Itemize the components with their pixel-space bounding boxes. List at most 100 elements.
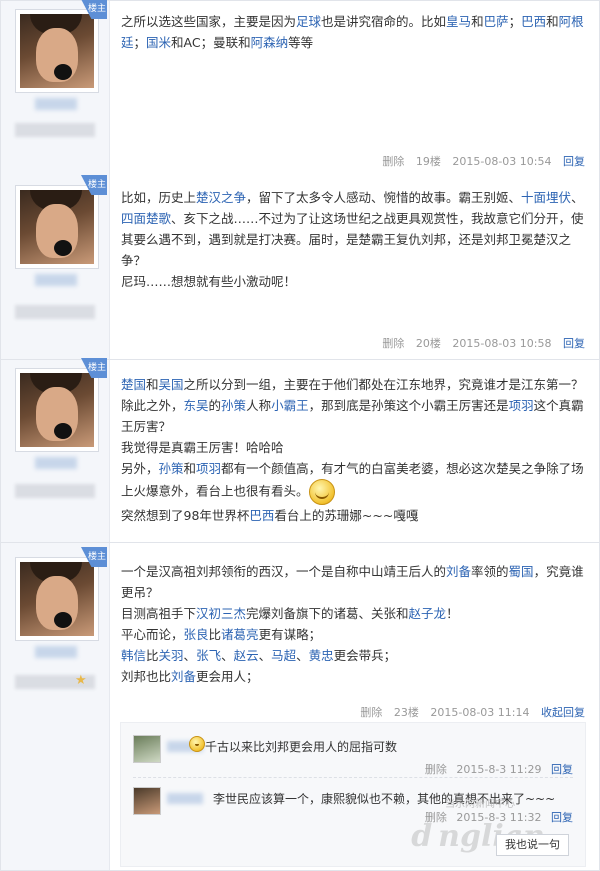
post-line: 尼玛……想想就有些小激动呢！ xyxy=(121,271,585,292)
author-name[interactable] xyxy=(35,457,77,469)
keyword-link[interactable]: 张飞 xyxy=(196,648,221,663)
post-text: 一个是汉高祖刘邦领衔的西汉，一个是自称中山靖王后人的 xyxy=(121,564,447,579)
keyword-link[interactable]: 项羽 xyxy=(509,398,534,413)
author-sidebar: 楼主 ★ xyxy=(1,543,110,870)
keyword-link[interactable]: 韩信 xyxy=(121,648,146,663)
post-text: 、亥下之战……不过为了让这场世纪之战更具观赏性，我故意它们分开，使其要么遇不到，… xyxy=(121,211,584,268)
post-text: 除此之外， xyxy=(121,398,184,413)
keyword-link[interactable]: 东吴 xyxy=(184,398,209,413)
author-name[interactable] xyxy=(35,274,77,286)
post-text: 、 xyxy=(571,190,584,205)
post-text: 比如，历史上 xyxy=(121,190,197,205)
keyword-link[interactable]: 巴西 xyxy=(249,508,274,523)
post-line: 一个是汉高祖刘邦领衔的西汉，一个是自称中山靖王后人的刘备率领的蜀国，究竟谁更吊？ xyxy=(121,561,585,603)
post-time: 2015-08-03 10:54 xyxy=(452,155,552,168)
post-text: 、 xyxy=(221,648,234,663)
reply-link[interactable]: 回复 xyxy=(551,763,573,776)
post-text: 比 xyxy=(208,627,222,642)
post-line: 韩信比关羽、张飞、赵云、马超、黄忠更会带兵； xyxy=(121,645,585,666)
floor-number: 20楼 xyxy=(415,337,441,350)
post-line: 比如，历史上楚汉之争，留下了太多令人感动、惋惜的故事。霸王别姬、十面埋伏、四面楚… xyxy=(121,187,585,271)
keyword-link[interactable]: 汉初三杰 xyxy=(196,606,246,621)
avatar[interactable] xyxy=(15,185,99,269)
author-rank xyxy=(15,123,95,137)
post-text: 和 xyxy=(146,377,159,392)
reply-link[interactable]: 回复 xyxy=(563,337,585,350)
keyword-link[interactable]: 楚汉之争 xyxy=(196,190,246,205)
post-text: ，那到底是孙策这个小霸王厉害还是 xyxy=(308,398,509,413)
author-name[interactable] xyxy=(35,646,77,658)
post-text: 另外， xyxy=(121,461,159,476)
keyword-link[interactable]: 足球 xyxy=(296,14,321,29)
keyword-link[interactable]: 关羽 xyxy=(159,648,184,663)
keyword-link[interactable]: 诸葛亮 xyxy=(221,627,259,642)
keyword-link[interactable]: 十面埋伏 xyxy=(521,190,571,205)
keyword-link[interactable]: 孙策 xyxy=(159,461,184,476)
reply-link[interactable]: 回复 xyxy=(551,811,573,824)
divider xyxy=(133,777,573,778)
keyword-link[interactable]: 楚国 xyxy=(121,377,146,392)
post-line: 另外，孙策和项羽都有一个颜值高，有才气的白富美老婆，想必这次楚吴之争除了场上火爆… xyxy=(121,458,585,505)
author-sidebar: 楼主 xyxy=(1,358,110,542)
reply-text: 千古以来比刘邦更会用人的屈指可数 xyxy=(205,740,398,754)
post-text: 和AC；曼联和 xyxy=(171,35,251,50)
reply-meta: 删除 2015-8-3 11:29 回复 xyxy=(419,761,573,777)
delete-link[interactable]: 删除 xyxy=(360,706,382,719)
reply-link[interactable]: 回复 xyxy=(563,155,585,168)
post-20: 楼主 比如，历史上楚汉之争，留下了太多令人感动、惋惜的故事。霸王别姬、十面埋伏、… xyxy=(0,175,600,360)
post-time: 2015-08-03 10:58 xyxy=(452,337,552,350)
keyword-link[interactable]: 吴国 xyxy=(159,377,184,392)
post-text: 也是讲究宿命的。比如 xyxy=(321,14,447,29)
keyword-link[interactable]: 国米 xyxy=(146,35,171,50)
delete-link[interactable]: 删除 xyxy=(382,155,404,168)
keyword-link[interactable]: 赵子龙 xyxy=(409,606,447,621)
post-text: 人称 xyxy=(246,398,272,413)
author-rank xyxy=(15,484,95,498)
keyword-link[interactable]: 巴萨 xyxy=(484,14,509,29)
keyword-link[interactable]: 刘备 xyxy=(446,564,471,579)
reply-author-name[interactable] xyxy=(167,793,203,804)
keyword-link[interactable]: 小霸王 xyxy=(271,398,309,413)
collapse-reply-link[interactable]: 收起回复 xyxy=(541,706,585,719)
avatar[interactable] xyxy=(133,787,161,815)
post-text: 之所以选这些国家，主要是因为 xyxy=(121,14,297,29)
post-time: 2015-08-03 11:14 xyxy=(430,706,530,719)
avatar[interactable] xyxy=(15,9,99,93)
post-line: 刘邦也比刘备更会用人； xyxy=(121,666,585,687)
star-icon: ★ xyxy=(75,673,87,688)
post-text: 突然想到了98年世界杯 xyxy=(121,508,250,523)
post-line: 之所以选这些国家，主要是因为足球也是讲究宿命的。比如皇马和巴萨；巴西和阿根廷；国… xyxy=(121,11,585,53)
avatar[interactable] xyxy=(15,368,99,452)
keyword-link[interactable]: 四面楚歌 xyxy=(121,211,171,226)
keyword-link[interactable]: 项羽 xyxy=(196,461,221,476)
keyword-link[interactable]: 皇马 xyxy=(446,14,471,29)
say-something-button[interactable]: 我也说一句 xyxy=(496,834,569,856)
keyword-link[interactable]: 刘备 xyxy=(171,669,196,684)
delete-link[interactable]: 删除 xyxy=(382,337,404,350)
post-text: 看台上的苏珊娜~~~嘎嘎 xyxy=(274,508,419,523)
keyword-link[interactable]: 蜀国 xyxy=(509,564,534,579)
keyword-link[interactable]: 马超 xyxy=(271,648,296,663)
post-text: 我觉得是真霸王厉害！哈哈哈 xyxy=(121,440,284,455)
post-text: 、 xyxy=(296,648,309,663)
post-meta: 删除 19楼 2015-08-03 10:54 回复 xyxy=(374,153,585,169)
floor-number: 19楼 xyxy=(415,155,441,168)
keyword-link[interactable]: 赵云 xyxy=(234,648,259,663)
watermark-caption: 当乐网新闻中心 xyxy=(445,799,515,810)
keyword-link[interactable]: 阿森纳 xyxy=(251,35,289,50)
keyword-link[interactable]: 孙策 xyxy=(221,398,246,413)
avatar[interactable] xyxy=(133,735,161,763)
author-name[interactable] xyxy=(35,98,77,110)
keyword-link[interactable]: 巴西 xyxy=(521,14,546,29)
post-text: 刘邦也比 xyxy=(121,669,172,684)
post-text: 之所以分到一组，主要在于他们都处在江东地界，究竟谁才是江东第一？ xyxy=(183,377,584,392)
avatar[interactable] xyxy=(15,557,99,641)
keyword-link[interactable]: 黄忠 xyxy=(309,648,334,663)
post-text: 率领的 xyxy=(471,564,509,579)
delete-link[interactable]: 删除 xyxy=(425,763,447,776)
reply-time: 2015-8-3 11:29 xyxy=(456,763,542,776)
sub-reply-panel: 千古以来比刘邦更会用人的屈指可数 删除 2015-8-3 11:29 回复 李世… xyxy=(120,722,586,867)
post-text: ！ xyxy=(446,606,459,621)
keyword-link[interactable]: 张良 xyxy=(184,627,209,642)
post-text: 平心而论， xyxy=(121,627,184,642)
